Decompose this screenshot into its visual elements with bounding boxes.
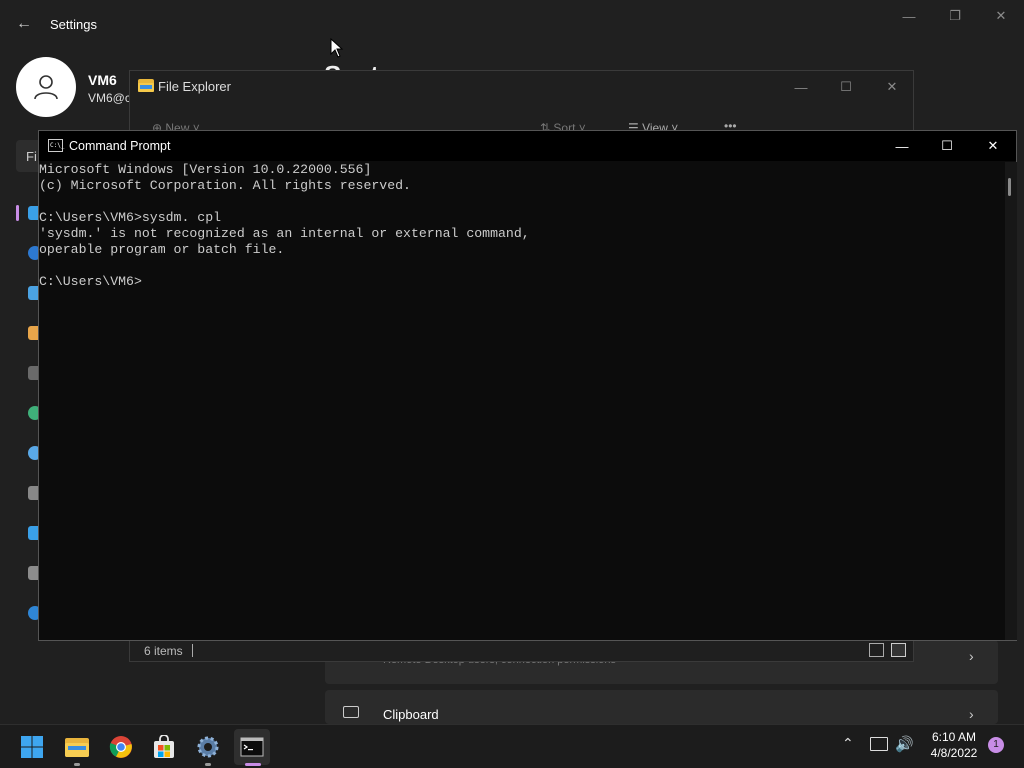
console-line: ​: [39, 194, 1001, 210]
active-indicator: [245, 763, 261, 766]
volume-icon[interactable]: 🔊: [895, 735, 914, 753]
settings-close-button[interactable]: ✕: [978, 0, 1024, 32]
chevron-right-icon: ›: [969, 706, 974, 722]
settings-icon: [197, 736, 219, 758]
console-line: Microsoft Windows [Version 10.0.22000.55…: [39, 162, 372, 177]
taskbar: ⌃ 🔊 6:10 AM 4/8/2022 1: [0, 724, 1024, 768]
taskbar-command-prompt-button[interactable]: [234, 729, 270, 765]
person-icon: [34, 75, 58, 100]
start-button[interactable]: [14, 729, 50, 765]
chevron-right-icon: ›: [969, 648, 974, 664]
user-email: VM6@c: [88, 91, 131, 105]
clock-date[interactable]: 4/8/2022: [926, 746, 982, 760]
cmd-titlebar[interactable]: C:\_ Command Prompt — ☐ ✕: [39, 131, 1016, 161]
console-line: 'sysdm.' is not recognized as an interna…: [39, 226, 530, 241]
cmd-close-button[interactable]: ✕: [970, 131, 1016, 161]
console-line: ​: [39, 258, 1001, 274]
taskbar-file-explorer-button[interactable]: [59, 729, 95, 765]
console-line: (c) Microsoft Corporation. All rights re…: [39, 178, 411, 193]
console-prompt-line: C:\Users\VM6>: [39, 274, 142, 289]
settings-restore-button[interactable]: ❐: [932, 0, 978, 32]
explorer-close-button[interactable]: ✕: [869, 71, 915, 103]
clock-time[interactable]: 6:10 AM: [930, 730, 978, 744]
chrome-icon: [109, 736, 132, 758]
status-divider: [192, 644, 193, 657]
back-arrow-icon[interactable]: ←: [14, 14, 34, 34]
clipboard-label: Clipboard: [383, 707, 439, 722]
settings-minimize-button[interactable]: —: [886, 0, 932, 32]
explorer-maximize-button[interactable]: ☐: [823, 71, 869, 103]
cmd-title: Command Prompt: [69, 139, 171, 153]
console-line: C:\Users\VM6>sysdm. cpl: [39, 210, 222, 225]
file-explorer-icon: [65, 738, 89, 757]
running-indicator: [74, 763, 80, 766]
command-prompt-window[interactable]: C:\_ Command Prompt — ☐ ✕ Microsoft Wind…: [38, 130, 1017, 641]
console-line: operable program or batch file.: [39, 242, 285, 257]
explorer-titlebar: File Explorer — ☐ ✕: [130, 71, 915, 101]
settings-title: Settings: [50, 17, 97, 32]
cmd-scrollbar-thumb[interactable]: [1008, 178, 1011, 196]
command-prompt-icon: [240, 737, 264, 757]
cmd-minimize-button[interactable]: —: [879, 131, 925, 161]
notification-badge[interactable]: 1: [988, 737, 1004, 753]
mouse-cursor-icon: [330, 38, 344, 58]
store-icon: [154, 735, 174, 758]
folder-icon: [138, 79, 154, 92]
clipboard-card[interactable]: Clipboard ›: [325, 690, 998, 724]
selected-nav-indicator: [16, 205, 19, 221]
taskbar-chrome-button[interactable]: [103, 729, 139, 765]
cmd-maximize-button[interactable]: ☐: [924, 131, 970, 161]
item-count: 6 items: [144, 644, 183, 658]
start-icon: [21, 736, 43, 758]
taskbar-store-button[interactable]: [146, 729, 182, 765]
explorer-minimize-button[interactable]: —: [778, 71, 824, 103]
cmd-console-output[interactable]: Microsoft Windows [Version 10.0.22000.55…: [39, 162, 1001, 640]
cmd-window-icon: C:\_: [48, 139, 64, 152]
clipboard-icon: [343, 706, 359, 718]
explorer-title: File Explorer: [158, 79, 231, 94]
running-indicator: [205, 763, 211, 766]
user-name: VM6: [88, 72, 117, 88]
network-icon[interactable]: [870, 737, 888, 751]
taskbar-settings-button[interactable]: [190, 729, 226, 765]
explorer-status-bar: 6 items: [130, 641, 915, 663]
show-hidden-icons-chevron-up-icon[interactable]: ⌃: [842, 735, 854, 752]
cmd-scrollbar[interactable]: [1005, 162, 1017, 640]
details-view-icon[interactable]: [869, 643, 884, 657]
settings-titlebar: ← Settings — ❐ ✕: [0, 0, 1024, 48]
avatar[interactable]: [16, 57, 76, 117]
tiles-view-icon[interactable]: [891, 643, 906, 657]
